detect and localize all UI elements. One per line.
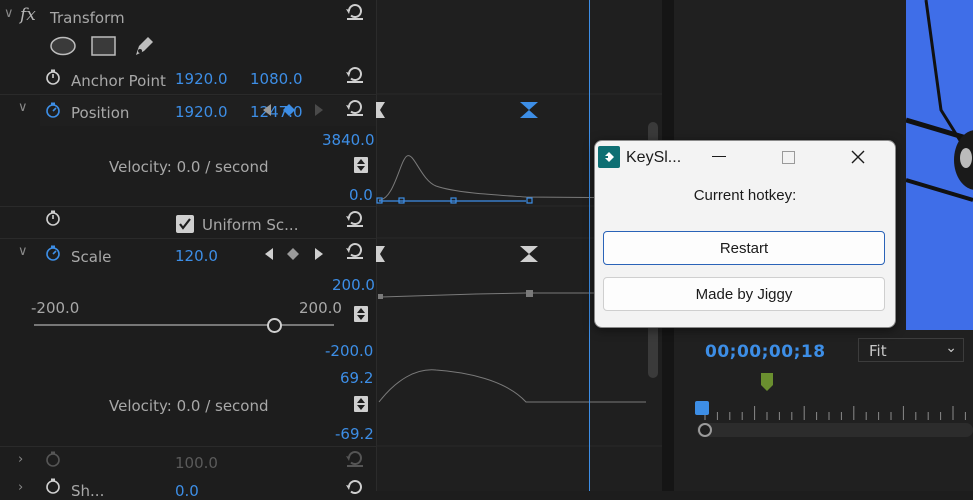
app-icon (598, 146, 620, 168)
row-divider (0, 238, 376, 239)
keyframe-marker-start[interactable] (376, 102, 386, 118)
graph-scale-toggle[interactable] (354, 396, 368, 412)
reset-icon[interactable] (344, 241, 366, 259)
stopwatch-disabled-icon (46, 451, 60, 467)
anchor-point-y[interactable]: 1080.0 (250, 70, 303, 88)
keyframe-marker-selected[interactable] (520, 102, 538, 118)
anchor-point-x[interactable]: 1920.0 (175, 70, 228, 88)
position-velocity-label: Velocity: 0.0 / second (109, 158, 269, 176)
monitor-time-ruler[interactable] (695, 400, 973, 422)
expand-chevron-rotation[interactable]: › (18, 452, 23, 467)
uniform-scale-label: Uniform Sc... (202, 216, 299, 234)
next-property-value[interactable]: 0.0 (175, 482, 199, 500)
credit-button[interactable]: Made by Jiggy (603, 277, 885, 311)
scale-slider-max: 200.0 (299, 299, 342, 317)
zoom-fit-dropdown[interactable]: Fit ⌄ (858, 338, 964, 362)
reset-icon[interactable] (344, 209, 366, 227)
next-property-label: Sh... (71, 482, 105, 500)
row-divider (0, 446, 376, 447)
video-frame[interactable] (906, 0, 973, 330)
position-graph-max: 3840.0 (322, 131, 375, 149)
prev-keyframe-icon[interactable] (264, 248, 274, 260)
uniform-scale-checkbox[interactable] (176, 215, 194, 233)
scale-graph-min: -200.0 (325, 342, 374, 360)
minimize-icon[interactable] (712, 156, 726, 157)
close-icon[interactable] (850, 149, 866, 165)
collapse-chevron-scale[interactable]: ∨ (18, 244, 28, 259)
reset-icon[interactable] (344, 65, 366, 83)
row-divider (0, 94, 376, 95)
monitor-zoom-scrollbar[interactable] (697, 423, 973, 437)
dialog-title: KeySl... (626, 149, 682, 166)
restart-button[interactable]: Restart (603, 231, 885, 265)
collapse-chevron-position[interactable]: ∨ (18, 100, 28, 115)
scale-graph-max: 200.0 (332, 276, 375, 294)
collapse-chevron-transform[interactable]: ∨ (4, 6, 14, 21)
scale-velocity-min: -69.2 (335, 425, 374, 443)
rectangle-mask-icon[interactable] (91, 36, 117, 56)
hotkey-label: Current hotkey: (693, 187, 797, 204)
stopwatch-icon[interactable] (45, 69, 61, 85)
scale-label: Scale (71, 248, 112, 266)
graph-scale-toggle[interactable] (354, 306, 368, 322)
fx-badge[interactable]: fx (20, 5, 36, 25)
scale-slider-track[interactable] (34, 324, 334, 326)
ellipse-mask-icon[interactable] (50, 36, 76, 56)
reset-icon[interactable] (344, 2, 366, 20)
reset-icon[interactable] (344, 98, 366, 116)
scale-velocity-max: 69.2 (340, 369, 374, 387)
playhead-line[interactable] (589, 0, 590, 491)
scale-slider-thumb[interactable] (267, 318, 282, 333)
position-x[interactable]: 1920.0 (175, 103, 228, 121)
monitor-playhead[interactable] (695, 401, 709, 415)
expand-chevron-next[interactable]: › (18, 480, 23, 495)
effect-title: Transform (50, 9, 125, 27)
next-keyframe-icon[interactable] (314, 104, 324, 116)
stopwatch-icon[interactable] (45, 210, 61, 226)
pen-mask-icon[interactable] (131, 33, 157, 59)
scale-value[interactable]: 120.0 (175, 247, 218, 265)
zoom-handle[interactable] (698, 423, 712, 437)
reset-icon[interactable] (344, 449, 366, 467)
stopwatch-active-icon[interactable] (45, 245, 61, 261)
keyframe-marker-start[interactable] (376, 246, 386, 262)
scale-velocity-label: Velocity: 0.0 / second (109, 397, 269, 415)
chevron-down-icon: ⌄ (945, 340, 957, 356)
graph-scale-toggle[interactable] (354, 157, 368, 173)
row-divider (0, 206, 376, 207)
scale-slider-min: -200.0 (31, 299, 80, 317)
add-keyframe-icon[interactable] (283, 104, 295, 116)
in-point-marker[interactable] (761, 373, 773, 391)
maximize-icon[interactable] (782, 151, 795, 164)
reset-icon[interactable] (344, 478, 366, 496)
prev-keyframe-icon[interactable] (262, 104, 272, 116)
add-keyframe-icon[interactable] (287, 248, 299, 260)
keyslider-dialog: KeySl... Current hotkey: Restart Made by… (594, 140, 896, 328)
next-keyframe-icon[interactable] (314, 248, 324, 260)
keyframe-marker[interactable] (520, 246, 538, 262)
anchor-point-label: Anchor Point (71, 72, 166, 90)
zoom-fit-label: Fit (869, 342, 887, 360)
stopwatch-icon[interactable] (45, 478, 61, 494)
ruler-ticks (704, 406, 966, 420)
dialog-titlebar[interactable]: KeySl... (595, 141, 895, 175)
stopwatch-active-icon[interactable] (45, 102, 61, 118)
position-graph-min: 0.0 (349, 186, 373, 204)
video-content (906, 0, 973, 202)
rotation-value: 100.0 (175, 454, 218, 472)
position-label: Position (71, 104, 130, 122)
program-timecode[interactable]: 00;00;00;18 (705, 342, 826, 362)
